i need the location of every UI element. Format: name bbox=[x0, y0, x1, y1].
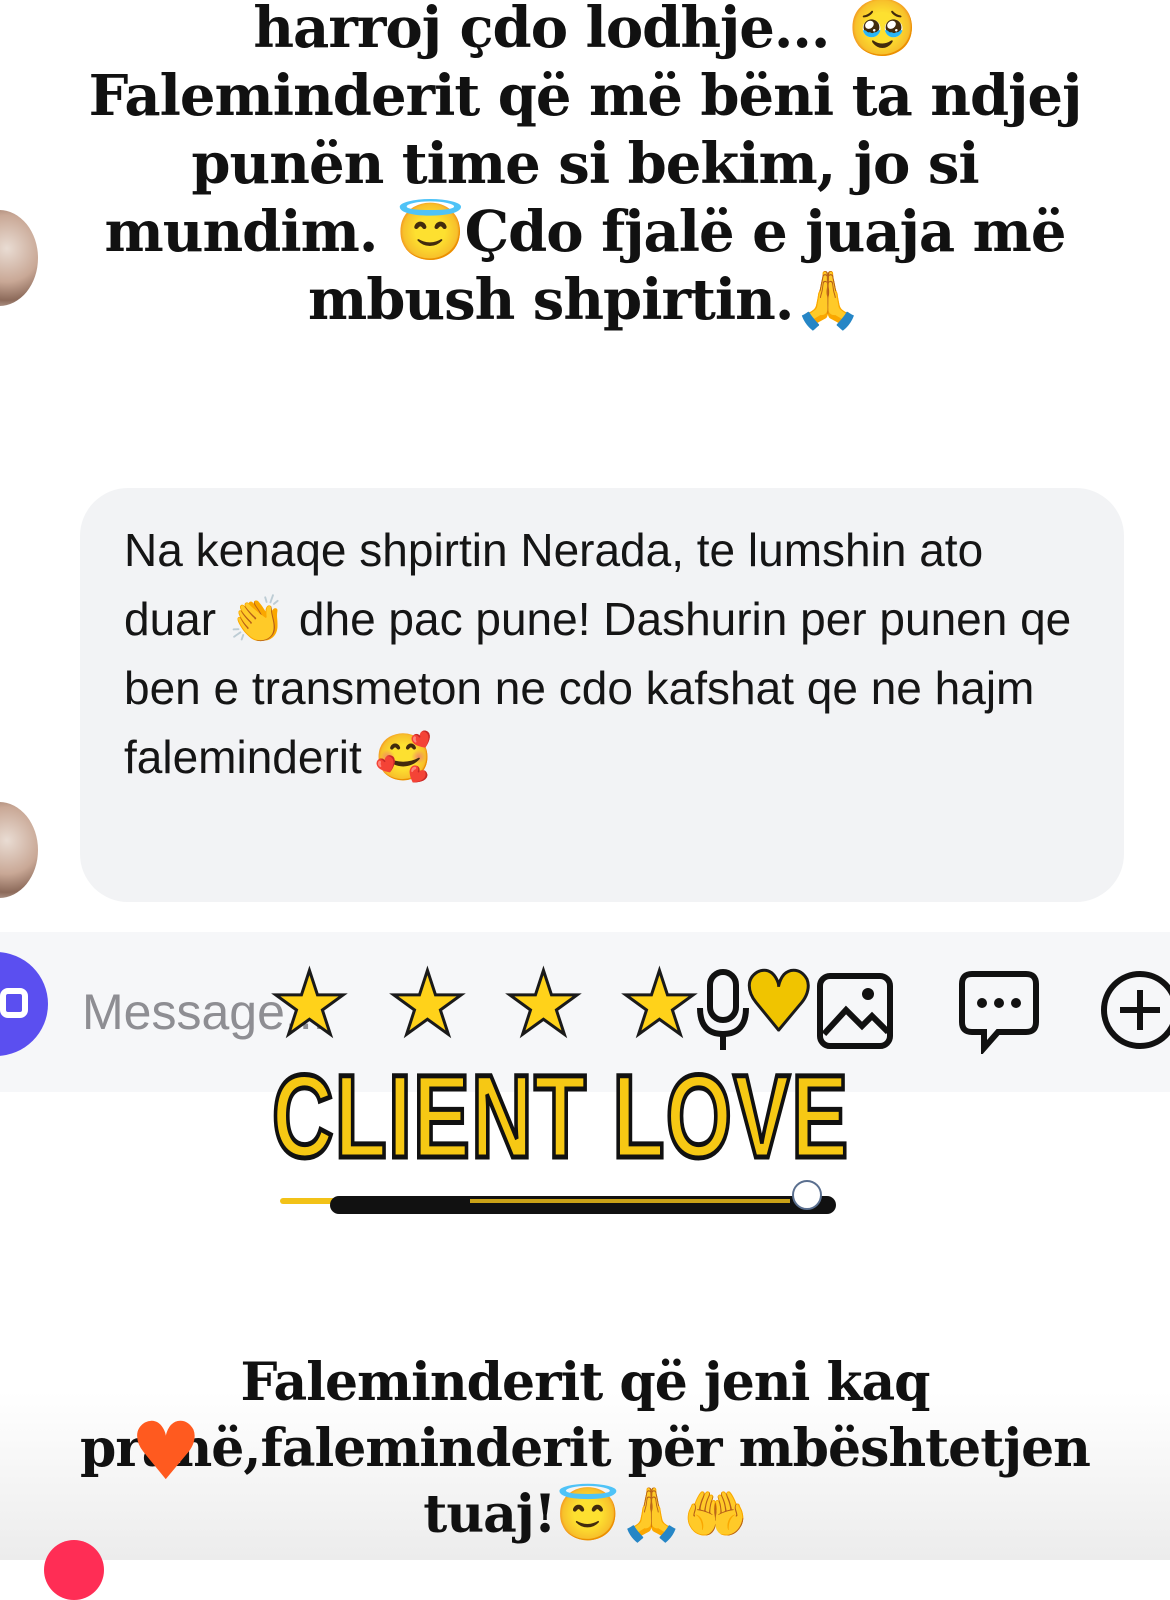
gallery-icon[interactable] bbox=[816, 968, 894, 1050]
star-icon: ★ bbox=[269, 952, 351, 1055]
camera-icon bbox=[0, 988, 28, 1018]
decorative-divider bbox=[470, 1199, 790, 1203]
message-bubble: Na kenaqe shpirtin Nerada, te lumshin at… bbox=[80, 488, 1124, 902]
client-love-headline: CLIENT LOVE bbox=[270, 1050, 850, 1185]
bottom-caption: Faleminderit që jeni kaq pranë,faleminde… bbox=[80, 1352, 1091, 1545]
sticker-chat-icon[interactable] bbox=[958, 968, 1040, 1054]
camera-button[interactable] bbox=[0, 952, 48, 1056]
top-caption: harroj çdo lodhje... 🥹 Faleminderit që m… bbox=[88, 0, 1083, 333]
star-icon: ★ bbox=[387, 952, 469, 1055]
add-icon[interactable] bbox=[1098, 968, 1170, 1052]
avatar[interactable] bbox=[0, 802, 38, 898]
heart-icon: ♥ bbox=[741, 955, 817, 1050]
star-icon: ★ bbox=[619, 952, 701, 1055]
message-text: Na kenaqe shpirtin Nerada, te lumshin at… bbox=[124, 524, 1085, 783]
star-icon: ★ bbox=[503, 952, 585, 1055]
red-heart-icon: ♥ bbox=[130, 1405, 202, 1498]
avatar[interactable] bbox=[0, 210, 38, 306]
globe-icon bbox=[792, 1180, 822, 1210]
notification-dot[interactable] bbox=[44, 1540, 104, 1600]
